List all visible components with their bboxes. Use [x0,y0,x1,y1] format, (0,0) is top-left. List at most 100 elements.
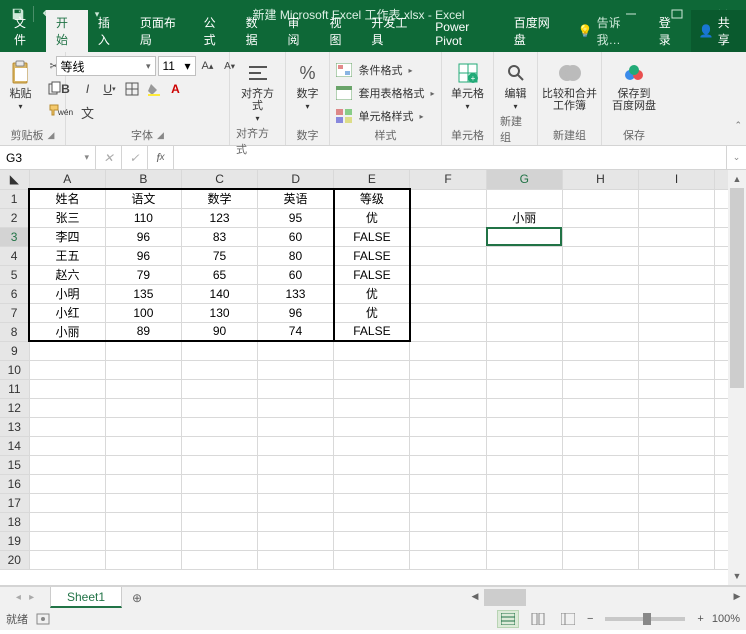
border-icon[interactable] [122,79,142,99]
cell-F4[interactable] [410,246,486,265]
col-header-F[interactable]: F [410,170,486,189]
number-format-button[interactable]: % 数字▾ [288,56,328,113]
cell-B8[interactable]: 89 [105,322,181,341]
bold-icon[interactable]: B [56,79,76,99]
cell-B4[interactable]: 96 [105,246,181,265]
login-link[interactable]: 登录 [649,10,691,52]
cell-G15[interactable] [486,455,562,474]
cell-B18[interactable] [105,512,181,531]
cell-H9[interactable] [562,341,638,360]
cell-A4[interactable]: 王五 [29,246,105,265]
cell-G16[interactable] [486,474,562,493]
cell-H15[interactable] [562,455,638,474]
cell-A13[interactable] [29,417,105,436]
table-format-button[interactable]: 套用表格格式▸ [336,83,434,103]
cell-H20[interactable] [562,550,638,569]
cell-F14[interactable] [410,436,486,455]
cell-B14[interactable] [105,436,181,455]
tab-view[interactable]: 视图 [319,10,361,52]
tab-dev[interactable]: 开发工具 [361,10,425,52]
cell-A6[interactable]: 小明 [29,284,105,303]
cell-B13[interactable] [105,417,181,436]
row-header-15[interactable]: 15 [0,455,29,474]
cell-C20[interactable] [181,550,257,569]
tab-insert[interactable]: 插入 [88,10,130,52]
cell-G11[interactable] [486,379,562,398]
tell-me[interactable]: 💡告诉我… [568,10,649,52]
col-header-C[interactable]: C [181,170,257,189]
cell-I8[interactable] [639,322,715,341]
cell-F9[interactable] [410,341,486,360]
cell-E15[interactable] [334,455,410,474]
sheet-nav[interactable]: ◂ ▸ [0,587,50,608]
row-header-19[interactable]: 19 [0,531,29,550]
cell-C19[interactable] [181,531,257,550]
cell-H17[interactable] [562,493,638,512]
cell-A19[interactable] [29,531,105,550]
fill-color-icon[interactable] [144,79,164,99]
editing-button[interactable]: 编辑▾ [496,56,536,113]
cell-E8[interactable]: FALSE [334,322,410,341]
cell-H7[interactable] [562,303,638,322]
cell-I4[interactable] [639,246,715,265]
cell-F5[interactable] [410,265,486,284]
cell-B6[interactable]: 135 [105,284,181,303]
cell-H4[interactable] [562,246,638,265]
spreadsheet-grid[interactable]: ◣ABCDEFGHIJ 1姓名语文数学英语等级2张三11012395优小丽3李四… [0,170,746,570]
cell-G8[interactable] [486,322,562,341]
cell-I10[interactable] [639,360,715,379]
cell-F16[interactable] [410,474,486,493]
col-header-G[interactable]: G [486,170,562,189]
cell-G17[interactable] [486,493,562,512]
cell-F7[interactable] [410,303,486,322]
formula-bar[interactable] [174,146,726,169]
col-header-H[interactable]: H [562,170,638,189]
cell-E4[interactable]: FALSE [334,246,410,265]
cell-H18[interactable] [562,512,638,531]
cell-H14[interactable] [562,436,638,455]
cell-G7[interactable] [486,303,562,322]
tab-layout[interactable]: 页面布局 [130,10,194,52]
cell-B7[interactable]: 100 [105,303,181,322]
clipboard-launcher-icon[interactable]: ◢ [48,130,55,141]
cell-B19[interactable] [105,531,181,550]
cell-A15[interactable] [29,455,105,474]
cell-E5[interactable]: FALSE [334,265,410,284]
row-header-1[interactable]: 1 [0,189,29,208]
cell-C3[interactable]: 83 [181,227,257,246]
cell-A5[interactable]: 赵六 [29,265,105,284]
cell-I2[interactable] [639,208,715,227]
cell-B11[interactable] [105,379,181,398]
col-header-B[interactable]: B [105,170,181,189]
macro-record-icon[interactable] [36,612,50,626]
cell-E6[interactable]: 优 [334,284,410,303]
cell-D18[interactable] [258,512,334,531]
cell-F13[interactable] [410,417,486,436]
cell-D4[interactable]: 80 [258,246,334,265]
increase-font-icon[interactable]: A▴ [198,56,218,76]
cell-A20[interactable] [29,550,105,569]
cell-G5[interactable] [486,265,562,284]
cell-H11[interactable] [562,379,638,398]
cell-F8[interactable] [410,322,486,341]
cell-H5[interactable] [562,265,638,284]
cell-H6[interactable] [562,284,638,303]
row-header-16[interactable]: 16 [0,474,29,493]
cell-C14[interactable] [181,436,257,455]
cell-I14[interactable] [639,436,715,455]
cell-D7[interactable]: 96 [258,303,334,322]
cell-B10[interactable] [105,360,181,379]
cell-C16[interactable] [181,474,257,493]
cell-F17[interactable] [410,493,486,512]
name-box[interactable]: G3▾ [0,146,96,169]
cell-G20[interactable] [486,550,562,569]
cell-A9[interactable] [29,341,105,360]
scroll-left-icon[interactable]: ◀ [466,587,484,605]
cell-D20[interactable] [258,550,334,569]
cell-A14[interactable] [29,436,105,455]
cell-A18[interactable] [29,512,105,531]
row-header-3[interactable]: 3 [0,227,29,246]
cell-C2[interactable]: 123 [181,208,257,227]
scroll-up-icon[interactable]: ▲ [728,170,746,188]
cell-G2[interactable]: 小丽 [486,208,562,227]
